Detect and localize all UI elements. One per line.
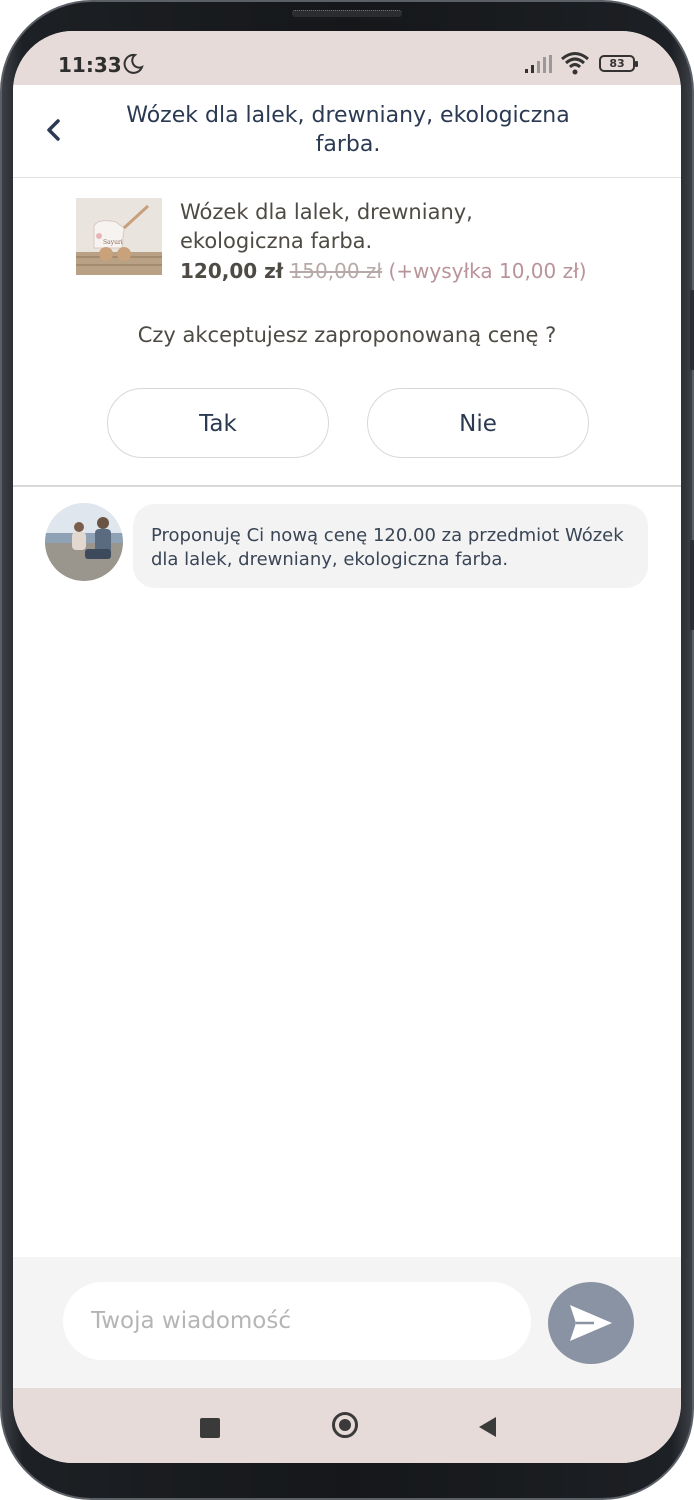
- moon-icon: [123, 53, 144, 74]
- svg-text:Sayuri: Sayuri: [103, 239, 123, 246]
- navigation-bar: [13, 1388, 681, 1463]
- back-triangle-icon[interactable]: [476, 1415, 498, 1439]
- offer-question: Czy akceptujesz zaproponowaną cenę ?: [137, 323, 557, 347]
- wifi-icon: [561, 52, 589, 75]
- price-old: 150,00 zł: [289, 259, 383, 283]
- header: Wózek dla lalek, drewniany, ekologiczna …: [13, 85, 681, 178]
- divider: [13, 485, 681, 487]
- accept-button[interactable]: Tak: [107, 388, 329, 458]
- product-title: Wózek dla lalek, drewniany, ekologiczna …: [180, 200, 473, 253]
- message-bubble: Proponuję Ci nową cenę 120.00 za przedmi…: [133, 504, 648, 588]
- power-button: [690, 540, 694, 630]
- send-icon: [570, 1305, 612, 1341]
- recent-apps-icon[interactable]: [200, 1418, 220, 1438]
- speaker-grille: [292, 10, 402, 17]
- home-icon[interactable]: [332, 1412, 358, 1438]
- price-new: 120,00 zł: [180, 259, 284, 283]
- send-button[interactable]: [548, 1282, 634, 1364]
- price-line: 120,00 zł 150,00 zł (+wysyłka 10,00 zł): [180, 258, 587, 284]
- page-title: Wózek dla lalek, drewniany, ekologiczna …: [126, 103, 570, 157]
- reject-button[interactable]: Nie: [367, 388, 589, 458]
- screen: 11:33 83 Wózek dla lalek, drewniany, eko…: [13, 31, 681, 1463]
- status-time: 11:33: [58, 53, 122, 77]
- status-bar: 11:33 83: [13, 31, 681, 85]
- chevron-left-icon[interactable]: [39, 115, 69, 145]
- product-image[interactable]: Sayuri: [76, 198, 162, 275]
- avatar[interactable]: [45, 503, 123, 581]
- message-input[interactable]: [63, 1282, 531, 1360]
- shipping-cost: (+wysyłka 10,00 zł): [388, 259, 587, 283]
- battery-icon: 83: [599, 55, 638, 72]
- chat-content: Sayuri Wózek dla lalek, drewniany, ekolo…: [13, 178, 681, 1257]
- volume-button: [690, 290, 694, 370]
- composer-bar: [13, 1257, 681, 1388]
- phone-frame: 11:33 83 Wózek dla lalek, drewniany, eko…: [0, 0, 694, 1500]
- signal-icon: [525, 55, 552, 73]
